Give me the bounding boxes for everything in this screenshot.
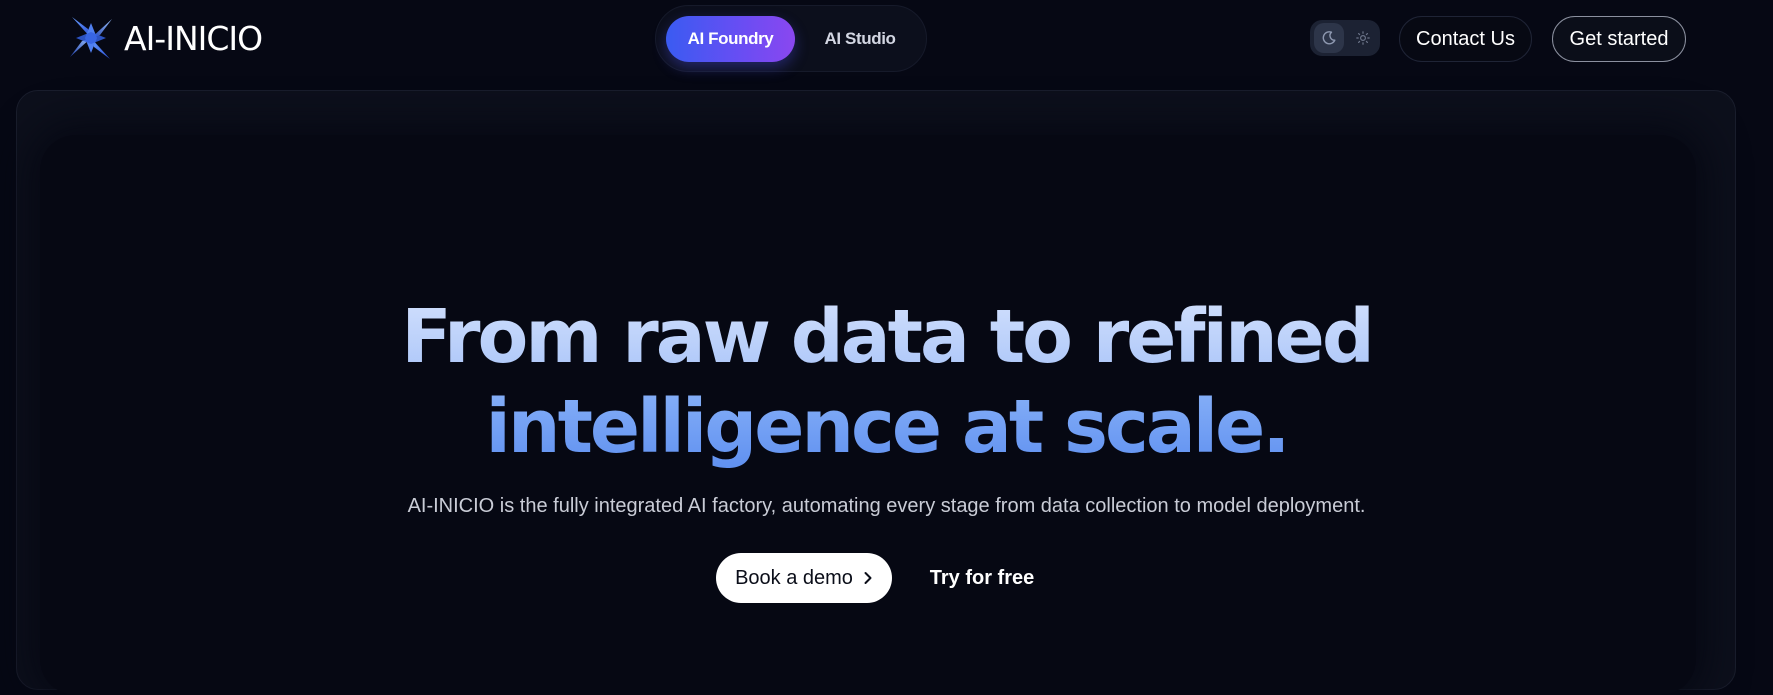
moon-icon bbox=[1322, 31, 1336, 45]
hero-subtitle: AI-INICIO is the fully integrated AI fac… bbox=[407, 495, 1366, 517]
site-header: AI-INICIO AI Foundry AI Studio Contact U… bbox=[0, 0, 1773, 80]
book-demo-label: Book a demo bbox=[735, 566, 853, 589]
brand-name: AI-INICIO bbox=[124, 18, 263, 58]
hero-title-line-1: From raw data to refined bbox=[0, 292, 1773, 382]
sun-icon bbox=[1356, 31, 1370, 45]
brand-logo[interactable]: AI-INICIO bbox=[66, 14, 263, 62]
book-demo-button[interactable]: Book a demo bbox=[716, 553, 892, 603]
tab-ai-studio[interactable]: AI Studio bbox=[795, 16, 925, 62]
hero-title: From raw data to refined intelligence at… bbox=[0, 292, 1773, 472]
tab-ai-foundry[interactable]: AI Foundry bbox=[666, 15, 795, 62]
try-for-free-button[interactable]: Try for free bbox=[912, 553, 1052, 603]
light-mode-option[interactable] bbox=[1350, 23, 1376, 53]
four-point-star-logo-icon bbox=[70, 17, 112, 59]
chevron-right-icon bbox=[864, 572, 872, 584]
dark-mode-option[interactable] bbox=[1314, 23, 1344, 53]
theme-toggle[interactable] bbox=[1310, 20, 1380, 56]
contact-us-button[interactable]: Contact Us bbox=[1399, 16, 1532, 62]
product-switch: AI Foundry AI Studio bbox=[655, 5, 927, 72]
hero-title-line-2: intelligence at scale. bbox=[0, 382, 1773, 472]
get-started-button[interactable]: Get started bbox=[1552, 16, 1686, 62]
